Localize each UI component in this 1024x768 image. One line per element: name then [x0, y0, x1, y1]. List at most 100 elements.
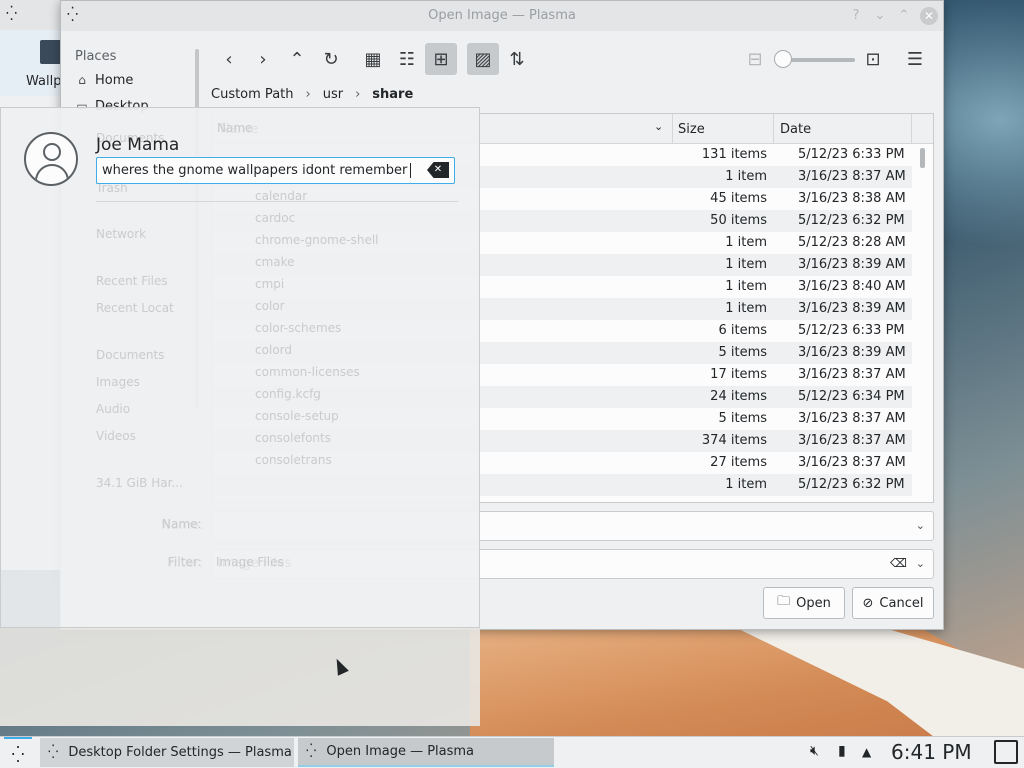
- ghost-place-recent-files: Recent Files: [96, 274, 168, 288]
- icons-view-button[interactable]: ▦: [357, 43, 389, 75]
- clock[interactable]: 6:41 PM: [891, 740, 972, 764]
- file-date: 3/16/23 8:37 AM: [798, 169, 906, 184]
- user-name: Joe Mama: [96, 135, 180, 155]
- file-date: 5/12/23 6:32 PM: [798, 477, 905, 492]
- kde-logo-icon: ⁛: [306, 744, 317, 759]
- launcher-search-input[interactable]: wheres the gnome wallpapers idont rememb…: [96, 157, 455, 184]
- user-avatar[interactable]: [24, 132, 78, 186]
- show-desktop-button[interactable]: [994, 740, 1018, 764]
- file-date: 3/16/23 8:37 AM: [798, 367, 906, 382]
- zoom-slider-track[interactable]: [783, 58, 855, 62]
- wallpaper-category-label[interactable]: Wallp: [26, 74, 61, 89]
- file-date: 3/16/23 8:37 AM: [798, 455, 906, 470]
- bg-window-titlebar: ⁛: [0, 0, 61, 30]
- ghost-filter-value: Image Files: [216, 555, 284, 569]
- folder-open-icon: 🗀: [777, 594, 791, 609]
- file-size: 1 item: [725, 279, 767, 294]
- avatar-head-shape: [43, 143, 61, 161]
- sort-icon: ⇅: [509, 48, 525, 70]
- minimize-button[interactable]: ⌄: [871, 7, 889, 25]
- ghost-place-recent-locations: Recent Locat: [96, 301, 174, 315]
- options-button[interactable]: ☰: [899, 43, 931, 75]
- help-button[interactable]: ?: [847, 7, 865, 25]
- reload-icon: ↻: [323, 48, 339, 70]
- kde-logo-icon: ⁛: [11, 744, 25, 764]
- ghost-file-color: color: [255, 299, 285, 313]
- breadcrumb: Custom Path › usr › share: [211, 87, 413, 102]
- home-icon: ⌂: [78, 73, 86, 87]
- breadcrumb-share[interactable]: share: [372, 87, 413, 102]
- tray-expand-icon[interactable]: ▲: [862, 745, 871, 759]
- dialog-titlebar[interactable]: ⁛ Open Image — Plasma ? ⌄ ⌃ ✕: [61, 1, 943, 31]
- ghost-file-colord: colord: [255, 343, 292, 357]
- breadcrumb-custom-path[interactable]: Custom Path: [211, 87, 294, 102]
- tree-view-button[interactable]: ⊞: [425, 43, 457, 75]
- ghost-place-images: Images: [96, 375, 140, 389]
- ghost-place-network: Network: [96, 227, 147, 241]
- ghost-file-consoletrans: consoletrans: [255, 453, 332, 467]
- file-list-scrollbar[interactable]: [920, 148, 925, 168]
- taskbar: ⁛ ⁛ Desktop Folder Settings — Plasma ⁛ O…: [0, 736, 1024, 768]
- open-button[interactable]: 🗀 Open: [763, 587, 845, 619]
- arrow-right-icon: ›: [259, 48, 267, 70]
- cancel-button-label: Cancel: [879, 595, 924, 611]
- up-button[interactable]: ⌃: [281, 43, 313, 75]
- image-preview-icon: ▨: [474, 48, 492, 70]
- file-size: 6 items: [718, 323, 767, 338]
- file-size: 1 item: [725, 257, 767, 272]
- chevron-down-icon[interactable]: ⌄: [916, 557, 925, 570]
- file-date: 5/12/23 6:33 PM: [798, 323, 905, 338]
- place-label: Home: [95, 72, 134, 88]
- file-date: 3/16/23 8:37 AM: [798, 411, 906, 426]
- ghost-place-videos: Videos: [96, 429, 136, 443]
- preview-toggle-button[interactable]: ▨: [467, 43, 499, 75]
- file-date: 3/16/23 8:39 AM: [798, 301, 906, 316]
- file-size: 1 item: [725, 235, 767, 250]
- task-open-image[interactable]: ⁛ Open Image — Plasma: [298, 738, 554, 767]
- breadcrumb-usr[interactable]: usr: [323, 87, 343, 102]
- launcher-separator: [96, 201, 458, 202]
- icons-view-icon: ▦: [364, 48, 382, 70]
- ghost-file-console-setup: console-setup: [255, 409, 339, 423]
- back-button[interactable]: ‹: [213, 43, 245, 75]
- ghost-file-cmpi: cmpi: [255, 277, 285, 291]
- ghost-file-cmake: cmake: [255, 255, 295, 269]
- reload-button[interactable]: ↻: [315, 43, 347, 75]
- application-launcher-button[interactable]: ⁛: [4, 737, 32, 768]
- forward-button[interactable]: ›: [247, 43, 279, 75]
- file-size: 27 items: [710, 455, 767, 470]
- compact-view-button[interactable]: ☷: [391, 43, 423, 75]
- zoom-out-button[interactable]: ⊟: [739, 43, 771, 75]
- ghost-file-color-schemes: color-schemes: [255, 321, 342, 335]
- usb-device-icon[interactable]: ▮: [838, 743, 846, 759]
- chevron-down-icon[interactable]: ⌄: [654, 120, 663, 133]
- close-button[interactable]: ✕: [920, 7, 938, 25]
- ghost-name-label: Name:: [162, 517, 202, 531]
- chevron-right-icon: ›: [305, 87, 311, 102]
- open-button-label: Open: [796, 595, 831, 611]
- ghost-file-consolefonts: consolefonts: [255, 431, 331, 445]
- column-size-header[interactable]: Size: [678, 122, 705, 137]
- file-size: 374 items: [701, 433, 767, 448]
- zoom-in-button[interactable]: ⊡: [857, 43, 889, 75]
- zoom-slider-handle[interactable]: [774, 50, 792, 68]
- maximize-button[interactable]: ⌃: [895, 7, 913, 25]
- task-desktop-folder-settings[interactable]: ⁛ Desktop Folder Settings — Plasma: [40, 738, 294, 767]
- sort-button[interactable]: ⇅: [501, 43, 533, 75]
- file-size: 5 items: [718, 345, 767, 360]
- file-date: 3/16/23 8:39 AM: [798, 345, 906, 360]
- volume-muted-icon[interactable]: 🔇︎: [810, 743, 819, 759]
- place-home[interactable]: ⌂ Home: [75, 69, 133, 91]
- chevron-down-icon[interactable]: ⌄: [916, 519, 925, 532]
- file-date: 3/16/23 8:39 AM: [798, 257, 906, 272]
- cancel-button[interactable]: ⊘ Cancel: [852, 587, 934, 619]
- file-size: 50 items: [710, 213, 767, 228]
- file-date: 5/12/23 6:34 PM: [798, 389, 905, 404]
- ghost-file-config-kcfg: config.kcfg: [255, 387, 321, 401]
- task-label: Open Image — Plasma: [326, 744, 475, 759]
- cancel-icon: ⊘: [862, 595, 874, 611]
- column-date-header[interactable]: Date: [780, 122, 811, 137]
- clear-icon[interactable]: ⌫: [890, 556, 907, 570]
- file-date: 5/12/23 6:33 PM: [798, 147, 905, 162]
- column-divider: [672, 114, 673, 144]
